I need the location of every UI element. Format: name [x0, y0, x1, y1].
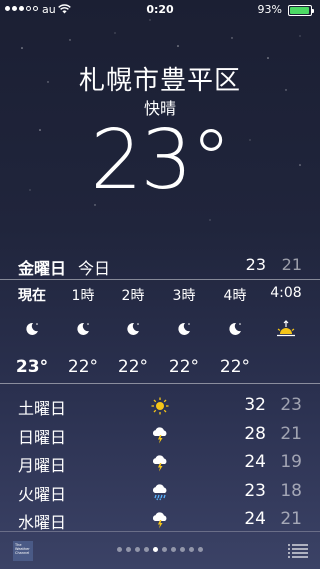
thunderstorm-icon	[152, 455, 167, 472]
thunderstorm-icon	[152, 426, 167, 443]
hour-label: 現在	[18, 288, 46, 304]
sun-icon	[151, 397, 169, 415]
hourly-forecast[interactable]: 現在 23° 1時 22° 2時 22° 3時 22° 4時 22° 4:08	[0, 285, 320, 385]
page-dot[interactable]	[198, 547, 203, 552]
today-low: 21	[281, 255, 302, 274]
daily-high: 28	[244, 423, 266, 444]
hourly-item: 3時 22°	[161, 285, 207, 379]
thunderstorm-icon	[152, 512, 167, 529]
hour-label: 4:08	[270, 285, 302, 301]
daily-low: 21	[280, 509, 302, 529]
daily-high: 24	[244, 509, 266, 529]
battery-fill	[290, 7, 309, 14]
daily-row: 日曜日 28 21	[0, 422, 320, 451]
bottom-toolbar: The Weather Channel	[0, 531, 320, 569]
page-dot[interactable]	[117, 547, 122, 552]
hour-label: 3時	[172, 288, 196, 304]
hourly-item: 2時 22°	[110, 285, 156, 379]
daily-high: 23	[244, 480, 266, 501]
today-weekday: 金曜日	[18, 259, 67, 278]
weekday-label: 土曜日	[18, 399, 67, 418]
battery-icon	[288, 5, 314, 16]
page-dot-active[interactable]	[153, 547, 158, 552]
hour-temp: 22°	[67, 357, 99, 377]
page-dot[interactable]	[162, 547, 167, 552]
moon-icon	[110, 317, 156, 341]
daily-forecast[interactable]: 土曜日 32 23 日曜日 28 21 月曜日 24 19 火曜日 23 18 …	[0, 393, 320, 536]
moon-icon	[60, 317, 106, 341]
hourly-item: 4時 22°	[212, 285, 258, 379]
list-icon[interactable]	[288, 544, 308, 558]
daily-low: 21	[280, 423, 302, 444]
moon-icon	[9, 317, 55, 341]
hour-label: 2時	[121, 288, 145, 304]
moon-icon	[161, 317, 207, 341]
current-temperature: 23°	[90, 113, 231, 208]
hour-label: 1時	[71, 288, 95, 304]
weekday-label: 月曜日	[18, 456, 67, 475]
page-indicator[interactable]	[0, 547, 320, 552]
city-name: 札幌市豊平区	[78, 66, 241, 96]
rain-icon	[152, 483, 167, 500]
page-dot[interactable]	[135, 547, 140, 552]
hour-temp: 23°	[15, 357, 49, 377]
page-dot[interactable]	[180, 547, 185, 552]
daily-low: 18	[280, 480, 302, 501]
today-summary: 金曜日 今日 23 21	[0, 255, 320, 278]
hourly-item: 1時 22°	[60, 285, 106, 379]
page-dot[interactable]	[171, 547, 176, 552]
daily-row: 土曜日 32 23	[0, 393, 320, 422]
weekday-label: 水曜日	[18, 513, 67, 532]
divider	[0, 383, 320, 384]
daily-low: 23	[280, 395, 302, 415]
hourly-item-sunrise: 4:08	[263, 285, 309, 379]
page-dot[interactable]	[126, 547, 131, 552]
weekday-label: 火曜日	[18, 484, 67, 504]
page-dot[interactable]	[144, 547, 149, 552]
hourly-item-now: 現在 23°	[9, 285, 55, 379]
weekday-label: 日曜日	[18, 427, 67, 447]
today-label: 今日	[78, 259, 111, 278]
sunrise-icon	[263, 317, 309, 341]
hour-temp: 22°	[117, 357, 149, 377]
page-dot[interactable]	[189, 547, 194, 552]
hour-label: 4時	[223, 288, 247, 304]
daily-high: 24	[244, 452, 266, 472]
daily-high: 32	[244, 395, 266, 415]
hour-temp	[263, 357, 309, 379]
hour-temp: 22°	[219, 357, 251, 377]
daily-row: 月曜日 24 19	[0, 450, 320, 479]
daily-row: 火曜日 23 18	[0, 479, 320, 508]
daily-low: 19	[280, 452, 302, 472]
hour-temp: 22°	[168, 357, 200, 377]
status-bar: au 0:20 93%	[0, 0, 320, 20]
battery-percent: 93%	[257, 3, 282, 16]
divider	[0, 279, 320, 280]
today-high: 23	[245, 255, 266, 274]
moon-icon	[212, 317, 258, 341]
